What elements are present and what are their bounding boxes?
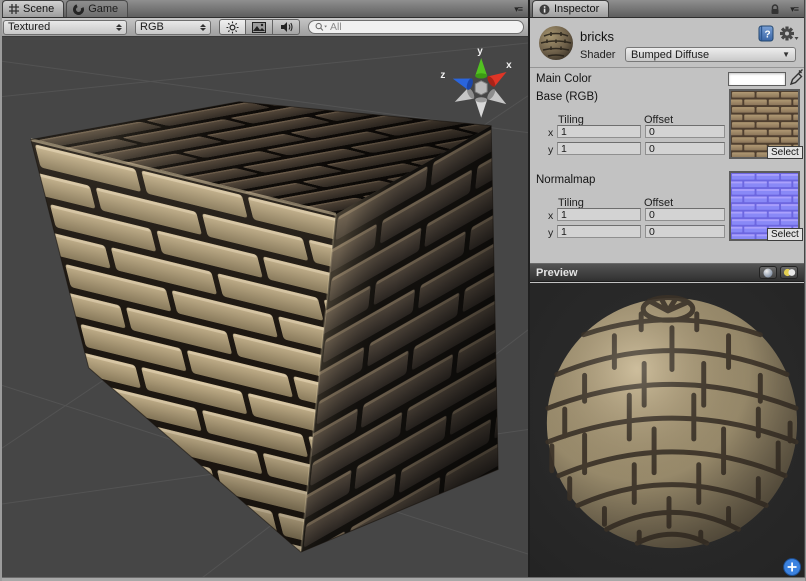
preview-zoom-button[interactable]	[784, 559, 801, 576]
help-icon[interactable]: ?	[758, 25, 774, 42]
scene-pane: Scene Game ▾≡ Textured RGB	[0, 0, 530, 581]
inspector-pane-menu-icon[interactable]: ▾≡	[790, 4, 799, 14]
preview-lighting-button[interactable]	[780, 266, 798, 279]
gizmo-x-label: x	[506, 60, 512, 71]
render-mode-dropdown[interactable]: RGB	[135, 20, 211, 35]
base-tiling-x-input[interactable]	[557, 125, 641, 138]
draw-mode-dropdown[interactable]: Textured	[3, 20, 127, 35]
unity-editor-window: Scene Game ▾≡ Textured RGB	[0, 0, 806, 581]
sphere-shading	[547, 298, 797, 548]
game-controller-icon	[73, 4, 84, 15]
main-color-swatch[interactable]	[728, 72, 786, 86]
base-x-label: x	[548, 127, 553, 139]
scene-tabbar: Scene Game ▾≡	[0, 0, 528, 18]
gizmo-y-label: y	[477, 46, 483, 57]
draw-mode-value: Textured	[8, 21, 50, 33]
updown-arrows-icon	[200, 24, 206, 31]
shader-label: Shader	[580, 49, 615, 61]
base-y-label: y	[548, 144, 553, 156]
inspector-body: bricks Shader Bumped Diffuse ▼ ?	[530, 18, 804, 581]
lighting-toggle-button[interactable]	[219, 19, 246, 35]
preview-header[interactable]: Preview	[530, 263, 804, 282]
base-tiling-y-input[interactable]	[557, 142, 641, 155]
normalmap-offset-y-input[interactable]	[645, 225, 725, 238]
base-texture-select-button[interactable]: Select	[767, 146, 803, 159]
normalmap-offset-x-input[interactable]	[645, 208, 725, 221]
game-tab-label: Game	[88, 3, 118, 15]
gizmo-z-label: z	[440, 70, 445, 81]
chevron-down-icon: ▼	[782, 50, 790, 59]
base-offset-x-input[interactable]	[645, 125, 725, 138]
main-color-label: Main Color	[536, 73, 592, 85]
lock-icon[interactable]	[770, 4, 780, 15]
preview-shape-button[interactable]	[759, 266, 777, 279]
gear-menu-icon[interactable]	[779, 25, 799, 42]
updown-arrows-icon	[116, 24, 122, 31]
audio-toggle-button[interactable]	[273, 19, 300, 35]
shader-dropdown[interactable]: Bumped Diffuse ▼	[625, 47, 796, 62]
search-input[interactable]	[330, 21, 517, 33]
window-bottom-edge	[0, 577, 806, 581]
base-offset-y-input[interactable]	[645, 142, 725, 155]
material-name: bricks	[580, 29, 614, 44]
normalmap-x-label: x	[548, 210, 553, 222]
tab-scene[interactable]: Scene	[2, 0, 64, 17]
normalmap-select-button[interactable]: Select	[767, 228, 803, 241]
section-divider	[530, 67, 804, 68]
tab-game[interactable]: Game	[66, 0, 128, 17]
material-preview-sphere[interactable]	[530, 283, 804, 581]
preview-title: Preview	[536, 267, 756, 279]
scene-search-field[interactable]	[308, 20, 524, 34]
svg-text:?: ?	[764, 30, 770, 41]
preview-body[interactable]	[530, 283, 804, 581]
search-icon	[315, 22, 327, 32]
window-left-edge	[0, 0, 2, 581]
info-icon	[539, 4, 550, 15]
normalmap-y-label: y	[548, 227, 553, 239]
scene-tab-label: Scene	[23, 3, 54, 15]
two-lights-icon	[783, 268, 796, 277]
inspector-tabbar: Inspector ▾≡	[530, 0, 804, 18]
sphere-icon	[763, 268, 773, 278]
scene-viewport[interactable]: y x z	[0, 37, 528, 581]
skybox-toggle-button[interactable]	[246, 19, 273, 35]
sun-icon	[226, 21, 239, 34]
image-icon	[252, 22, 266, 33]
scene-pane-menu-icon[interactable]: ▾≡	[514, 4, 523, 14]
normalmap-tiling-x-input[interactable]	[557, 208, 641, 221]
scene-grid-icon	[9, 4, 19, 14]
scene-toolbar: Textured RGB	[0, 18, 528, 37]
tab-inspector[interactable]: Inspector	[532, 0, 609, 17]
material-ball-thumbnail	[538, 25, 574, 61]
normalmap-label: Normalmap	[536, 174, 595, 186]
scene-view-toggles	[219, 19, 300, 35]
speaker-icon	[280, 21, 293, 33]
render-mode-value: RGB	[140, 21, 164, 33]
base-rgb-label: Base (RGB)	[536, 91, 598, 103]
shader-value: Bumped Diffuse	[631, 49, 709, 61]
inspector-tab-label: Inspector	[554, 3, 599, 15]
gizmo-center-cube[interactable]	[475, 81, 487, 95]
normalmap-tiling-y-input[interactable]	[557, 225, 641, 238]
inspector-pane: Inspector ▾≡	[530, 0, 804, 581]
eyedropper-icon[interactable]	[789, 68, 804, 86]
